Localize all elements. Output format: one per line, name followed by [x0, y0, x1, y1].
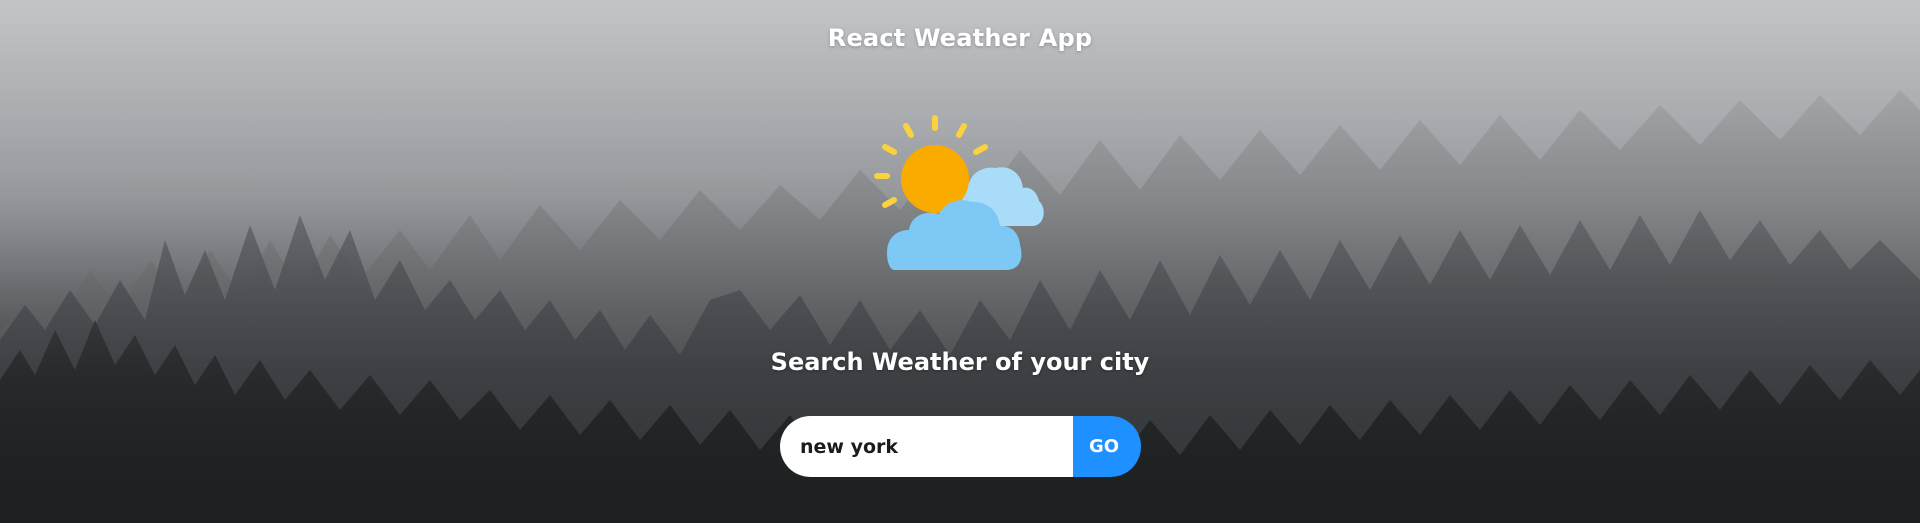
partly-cloudy-icon	[867, 113, 1053, 275]
search-form: GO	[780, 416, 1141, 477]
app-title: React Weather App	[827, 24, 1093, 52]
go-button[interactable]: GO	[1073, 416, 1141, 477]
search-heading: Search Weather of your city	[770, 348, 1150, 376]
city-search-input[interactable]	[780, 416, 1073, 477]
